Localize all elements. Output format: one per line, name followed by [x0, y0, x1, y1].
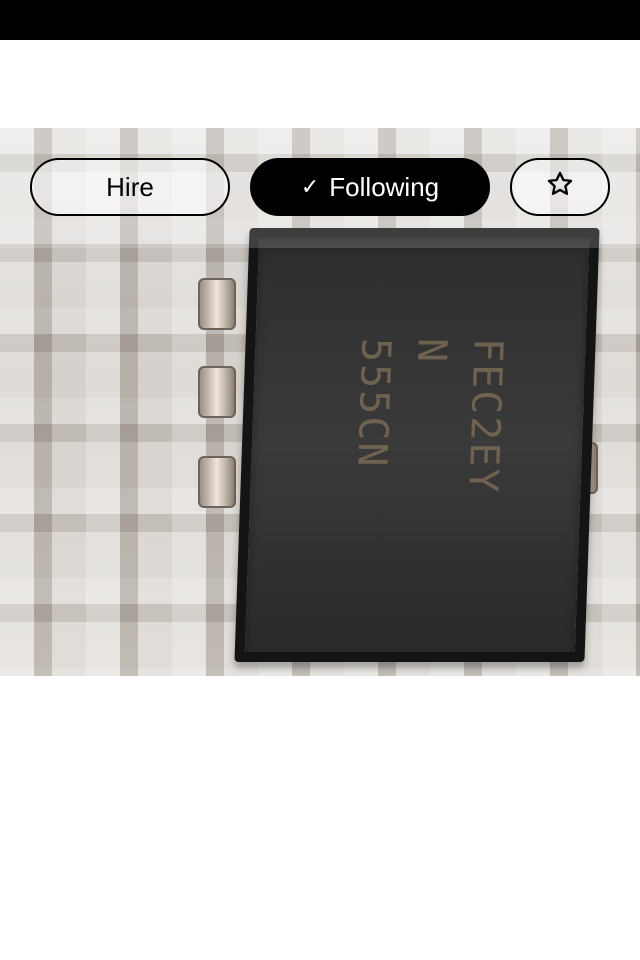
star-outline-icon — [546, 170, 574, 205]
chip-pin — [198, 456, 236, 508]
chip-marking: FEC2EY N 555CN — [348, 338, 516, 558]
hire-button[interactable]: Hire — [30, 158, 230, 216]
ic-chip: FEC2EY N 555CN — [234, 228, 600, 662]
chip-marking-line: FEC2EY — [459, 338, 511, 495]
following-button[interactable]: ✓ Following — [250, 158, 490, 216]
chip-marking-line: N — [407, 338, 455, 365]
chip-pin — [198, 366, 236, 418]
check-icon: ✓ — [300, 174, 320, 199]
chip-pin — [198, 278, 236, 330]
chip-marking-line: 555CN — [348, 338, 399, 469]
status-bar — [0, 0, 640, 40]
action-bar: Hire ✓ Following — [0, 128, 640, 248]
hire-button-label: Hire — [106, 171, 154, 202]
following-button-label: Following — [329, 171, 440, 202]
favorite-button[interactable] — [510, 158, 610, 216]
